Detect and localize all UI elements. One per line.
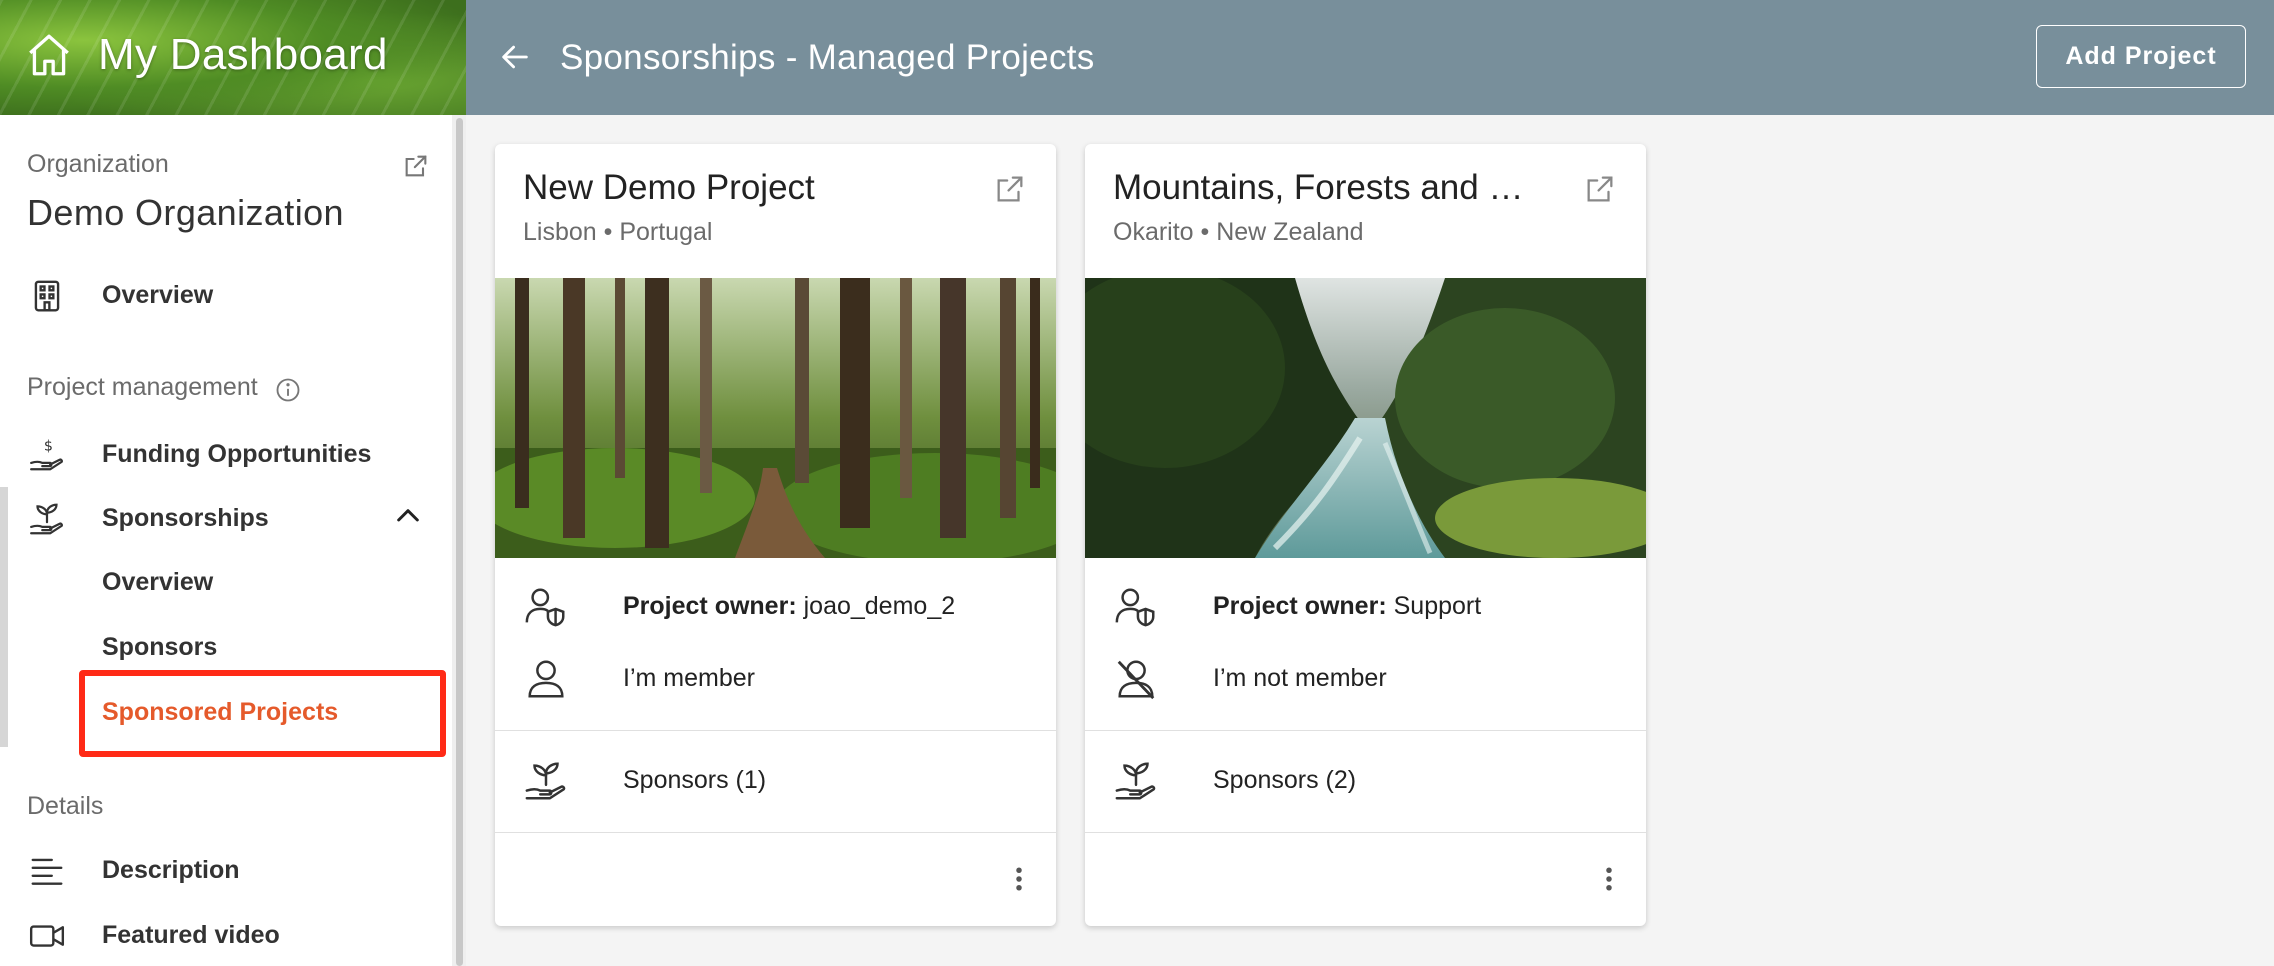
project-card-location: Lisbon • Portugal bbox=[523, 218, 713, 246]
sponsors-count[interactable]: Sponsors (1) bbox=[623, 766, 766, 795]
sprout-hand-icon bbox=[1115, 762, 1156, 800]
sidebar-item-overview[interactable]: Overview bbox=[0, 265, 450, 325]
user-shield-icon bbox=[1115, 588, 1155, 627]
sidebar-item-label: Funding Opportunities bbox=[102, 440, 372, 468]
forest-river-image bbox=[1085, 278, 1646, 558]
membership-status: I’m member bbox=[623, 664, 755, 692]
more-vertical-icon[interactable] bbox=[1603, 864, 1615, 894]
add-project-button[interactable]: Add Project bbox=[2036, 25, 2246, 88]
sidebar-subitem-overview[interactable]: Overview bbox=[0, 552, 450, 612]
forest-trail-image bbox=[495, 278, 1056, 558]
sidebar-item-sponsorships[interactable]: Sponsorships bbox=[0, 488, 450, 548]
project-management-section-label: Project management bbox=[27, 373, 258, 401]
svg-text:$: $ bbox=[44, 438, 53, 454]
sidebar-item-label: Sponsorships bbox=[102, 504, 269, 532]
sidebar-subitem-sponsors[interactable]: Sponsors bbox=[0, 617, 450, 677]
card-divider bbox=[1085, 832, 1646, 833]
info-icon[interactable] bbox=[274, 376, 302, 404]
organization-label: Organization bbox=[27, 150, 169, 178]
membership-status: I’m not member bbox=[1213, 664, 1387, 692]
project-owner-label: Project owner: bbox=[623, 592, 797, 620]
project-card-title[interactable]: Mountains, Forests and … bbox=[1113, 168, 1553, 208]
funding-hand-icon: $ bbox=[30, 438, 63, 471]
video-camera-icon bbox=[29, 925, 65, 947]
chevron-up-icon[interactable] bbox=[392, 500, 424, 532]
card-divider bbox=[495, 832, 1056, 833]
sprout-hand-icon bbox=[525, 762, 566, 800]
sponsors-count[interactable]: Sponsors (2) bbox=[1213, 766, 1356, 795]
details-section-label: Details bbox=[27, 792, 104, 820]
external-link-icon[interactable] bbox=[402, 152, 430, 180]
dashboard-brand-header[interactable]: My Dashboard bbox=[0, 0, 466, 115]
sidebar-item-label: Featured video bbox=[102, 921, 280, 949]
text-lines-icon bbox=[31, 858, 63, 885]
sidebar-item-label: Description bbox=[102, 856, 240, 884]
project-owner-value: Support bbox=[1393, 592, 1482, 620]
sidebar-subitem-label: Sponsors bbox=[102, 633, 218, 661]
sidebar-scrollbar-thumb[interactable] bbox=[456, 118, 463, 966]
page-title: Sponsorships - Managed Projects bbox=[560, 38, 1095, 77]
project-card[interactable]: Mountains, Forests and … Okarito • New Z… bbox=[1085, 144, 1646, 926]
sidebar: My Dashboard Organization Demo Organizat… bbox=[0, 0, 466, 966]
sprout-hand-icon bbox=[30, 503, 63, 535]
project-card-location: Okarito • New Zealand bbox=[1113, 218, 1364, 246]
project-card[interactable]: New Demo Project Lisbon • Portugal Proje… bbox=[495, 144, 1056, 926]
sidebar-item-featured-video[interactable]: Featured video bbox=[0, 905, 450, 965]
sidebar-subitem-label: Overview bbox=[102, 568, 214, 596]
dashboard-title[interactable]: My Dashboard bbox=[98, 30, 388, 80]
card-divider bbox=[495, 730, 1056, 731]
organization-name: Demo Organization bbox=[27, 192, 344, 233]
project-owner-text: Project owner: joao_demo_2 bbox=[623, 592, 955, 621]
external-link-icon[interactable] bbox=[993, 172, 1027, 206]
user-icon bbox=[528, 660, 564, 698]
sidebar-item-description[interactable]: Description bbox=[0, 840, 450, 900]
project-owner-text: Project owner: Support bbox=[1213, 592, 1481, 621]
external-link-icon[interactable] bbox=[1583, 172, 1617, 206]
user-shield-icon bbox=[525, 588, 565, 627]
back-arrow-icon[interactable] bbox=[498, 40, 532, 74]
project-owner-label: Project owner: bbox=[1213, 592, 1387, 620]
sidebar-item-funding-opportunities[interactable]: $ Funding Opportunities bbox=[0, 424, 450, 484]
project-owner-value: joao_demo_2 bbox=[803, 592, 956, 620]
more-vertical-icon[interactable] bbox=[1013, 864, 1025, 894]
project-card-title[interactable]: New Demo Project bbox=[523, 168, 963, 208]
sidebar-item-label: Overview bbox=[102, 281, 214, 309]
user-off-icon bbox=[1117, 660, 1155, 700]
highlight-box bbox=[79, 670, 446, 757]
home-icon[interactable] bbox=[24, 30, 74, 80]
building-icon bbox=[34, 280, 60, 312]
card-divider bbox=[1085, 730, 1646, 731]
